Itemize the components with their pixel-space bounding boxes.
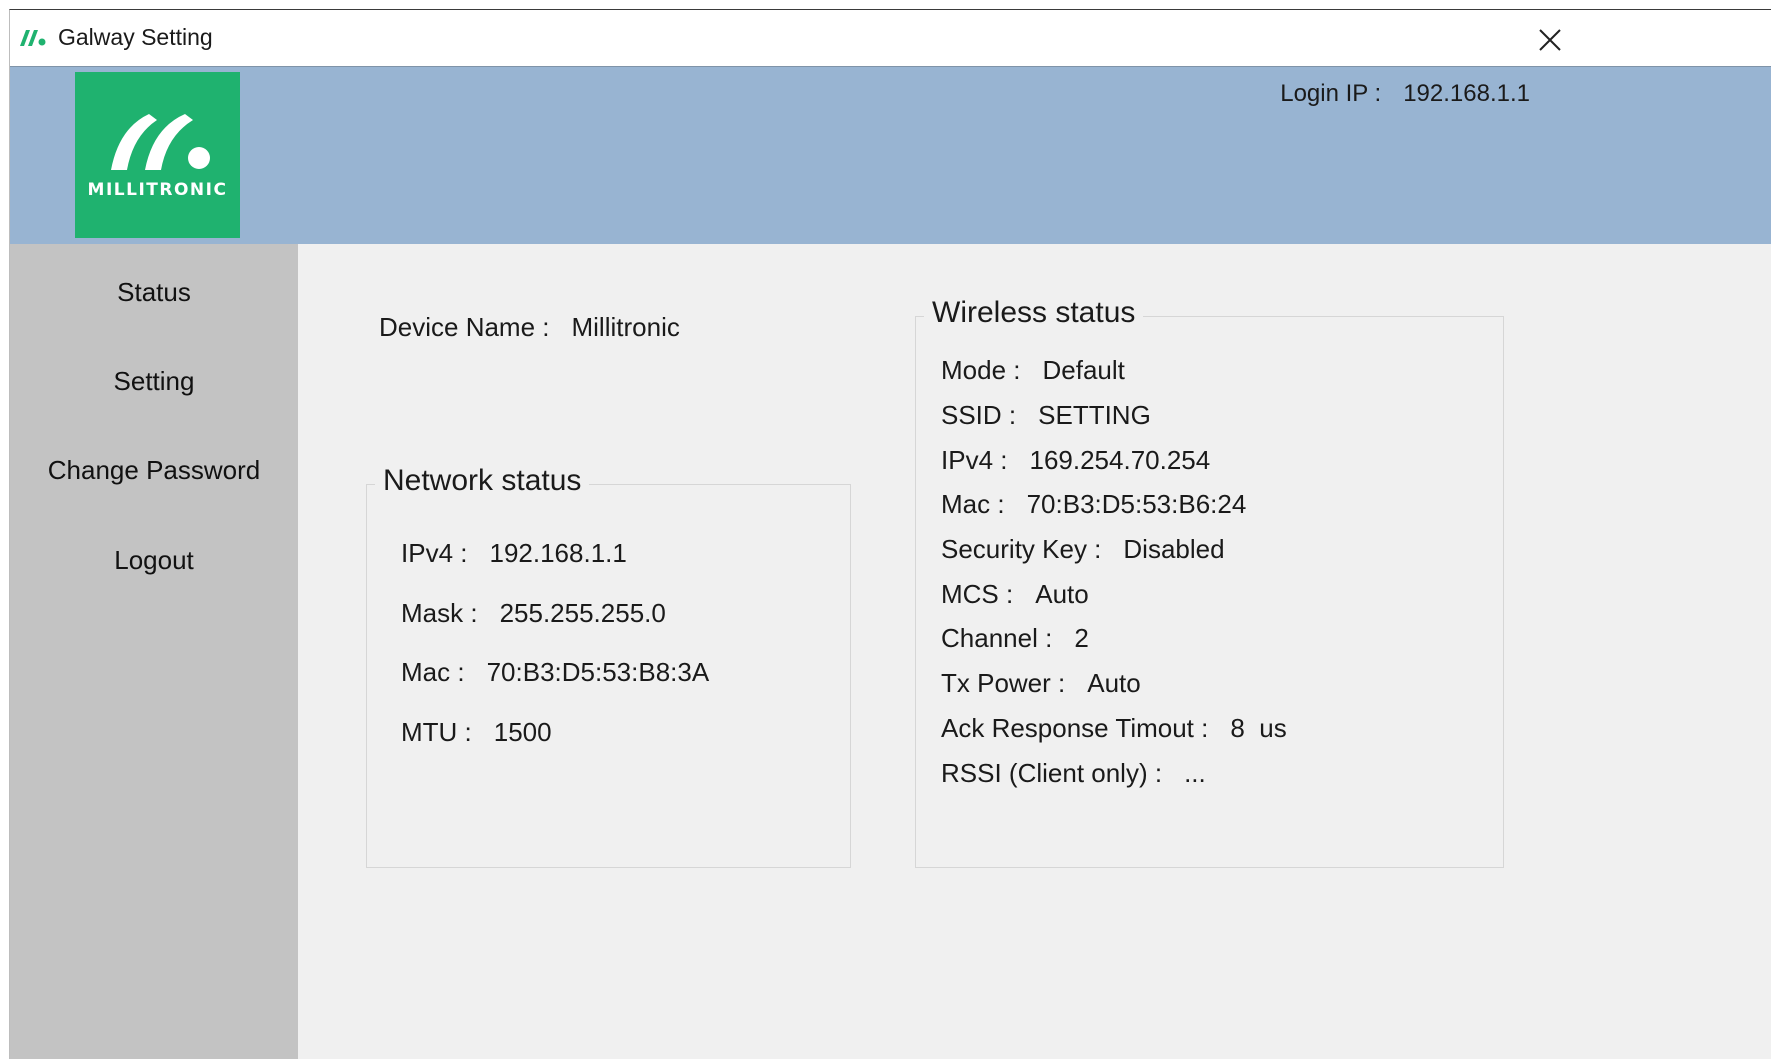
network-mtu-label: MTU : — [401, 717, 472, 747]
device-name-label: Device Name : — [379, 312, 550, 342]
wireless-mcs-value: Auto — [1035, 579, 1089, 609]
login-ip: Login IP : 192.168.1.1 — [1280, 80, 1530, 108]
network-ipv4-label: IPv4 : — [401, 538, 468, 568]
sidebar-item-change-password[interactable]: Change Password — [10, 455, 298, 486]
network-mtu-value: 1500 — [493, 717, 552, 747]
wireless-ipv4-label: IPv4 : — [941, 445, 1008, 475]
sidebar-item-setting[interactable]: Setting — [10, 366, 298, 397]
wireless-status-title: Wireless status — [924, 296, 1144, 330]
network-mask-value: 255.255.255.0 — [499, 598, 666, 628]
wireless-mac: Mac : 70:B3:D5:53:B6:24 — [941, 489, 1246, 520]
sidebar: Status Setting Change Password Logout — [10, 244, 298, 1059]
title-bar: Galway Setting — [10, 10, 1771, 66]
wireless-mcs-label: MCS : — [941, 579, 1014, 609]
wireless-ssid-label: SSID : — [941, 400, 1017, 430]
wireless-ipv4-value: 169.254.70.254 — [1029, 445, 1211, 475]
wireless-mcs: MCS : Auto — [941, 579, 1089, 610]
wireless-security-key-label: Security Key : — [941, 534, 1102, 564]
wireless-mode-value: Default — [1042, 355, 1125, 385]
wireless-tx-power-label: Tx Power : — [941, 668, 1066, 698]
wireless-mac-label: Mac : — [941, 489, 1005, 519]
network-mask: Mask : 255.255.255.0 — [401, 598, 666, 629]
wireless-tx-power-value: Auto — [1087, 668, 1141, 698]
wireless-tx-power: Tx Power : Auto — [941, 668, 1141, 699]
wireless-channel-label: Channel : — [941, 623, 1053, 653]
wireless-security-key-value: Disabled — [1123, 534, 1225, 564]
wireless-rssi-label: RSSI (Client only) : — [941, 758, 1163, 788]
header-banner: MILLITRONIC Login IP : 192.168.1.1 — [10, 66, 1771, 245]
wireless-mode-label: Mode : — [941, 355, 1021, 385]
window-title: Galway Setting — [58, 24, 213, 50]
millitronic-logo: MILLITRONIC — [75, 72, 240, 238]
wireless-channel: Channel : 2 — [941, 623, 1089, 654]
device-name-value: Millitronic — [571, 312, 680, 342]
wireless-ack-timeout-value: 8 us — [1230, 713, 1287, 743]
login-ip-label: Login IP : — [1280, 80, 1382, 107]
network-ipv4-value: 192.168.1.1 — [489, 538, 627, 568]
wireless-mac-value: 70:B3:D5:53:B6:24 — [1026, 489, 1247, 519]
app-window: Galway Setting MILLITRONIC Login IP : 192… — [9, 9, 1771, 1059]
device-name: Device Name : Millitronic — [379, 312, 680, 343]
sidebar-item-logout[interactable]: Logout — [10, 545, 298, 576]
network-status-title: Network status — [375, 464, 590, 498]
millitronic-logo-icon — [111, 114, 210, 170]
wireless-mode: Mode : Default — [941, 355, 1125, 386]
status-content: Device Name : Millitronic Network status … — [298, 244, 1771, 1059]
wireless-ack-timeout-label: Ack Response Timout : — [941, 713, 1209, 743]
network-ipv4: IPv4 : 192.168.1.1 — [401, 538, 627, 569]
sidebar-item-status[interactable]: Status — [10, 277, 298, 308]
network-mac: Mac : 70:B3:D5:53:B8:3A — [401, 657, 709, 688]
wireless-ipv4: IPv4 : 169.254.70.254 — [941, 445, 1210, 476]
app-logo-icon — [20, 30, 46, 46]
wireless-rssi-value: ... — [1184, 758, 1206, 788]
wireless-channel-value: 2 — [1074, 623, 1089, 653]
network-mac-label: Mac : — [401, 657, 465, 687]
wireless-rssi: RSSI (Client only) :... — [941, 758, 1206, 789]
close-icon[interactable] — [1532, 22, 1568, 58]
wireless-ssid: SSID : SETTING — [941, 400, 1151, 431]
network-mtu: MTU : 1500 — [401, 717, 552, 748]
network-mac-value: 70:B3:D5:53:B8:3A — [486, 657, 710, 687]
network-mask-label: Mask : — [401, 598, 478, 628]
logo-wordmark: MILLITRONIC — [87, 180, 228, 200]
login-ip-value: 192.168.1.1 — [1403, 80, 1530, 107]
wireless-ssid-value: SETTING — [1038, 400, 1151, 430]
wireless-security-key: Security Key : Disabled — [941, 534, 1225, 565]
wireless-ack-timeout: Ack Response Timout : 8 us — [941, 713, 1287, 744]
